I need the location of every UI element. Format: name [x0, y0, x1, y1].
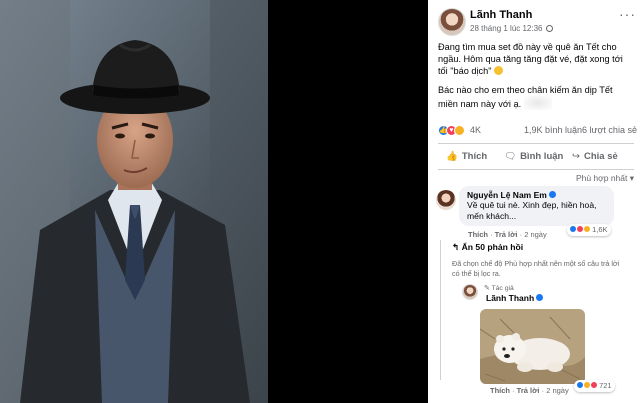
like-button[interactable]: 👍 Thích: [446, 151, 487, 162]
post-text-paragraph-1: Đang tìm mua set đồ này về quê ăn Tết ch…: [438, 42, 623, 76]
comment-reaction-count: 1,6K: [592, 225, 608, 234]
like-label: Thích: [461, 151, 488, 162]
background-gap: [268, 0, 428, 403]
post-photo-man-in-fedora[interactable]: [0, 0, 268, 403]
haha-reaction-icon: [454, 125, 465, 136]
reaction-count[interactable]: 4K: [470, 125, 481, 135]
post-header: Lãnh Thanh 28 tháng 1 lúc 12:36 ···: [438, 6, 638, 38]
comment-reactions[interactable]: 1,6K: [567, 224, 611, 236]
share-label: Chia sẻ: [583, 151, 618, 162]
more-horizontal-icon[interactable]: ···: [619, 6, 636, 22]
comment-actions: Thích · Trả lời · 2 ngày: [468, 230, 547, 239]
share-arrow-icon: ↪: [572, 151, 580, 162]
comment-time[interactable]: 2 ngày: [524, 230, 547, 239]
commenter-avatar[interactable]: [436, 190, 456, 210]
collapse-arrow-icon: ↰: [452, 242, 460, 252]
commenter-name-text: Nguyễn Lệ Nam Em: [467, 190, 547, 200]
post-author-name[interactable]: Lãnh Thanh: [470, 9, 532, 21]
author-avatar[interactable]: [438, 8, 466, 36]
hide-replies-toggle[interactable]: ↰ Ẩn 50 phản hồi: [452, 242, 523, 253]
commenter-name[interactable]: Nguyễn Lệ Nam Em: [467, 190, 606, 200]
globe-icon: [545, 25, 553, 32]
verified-badge-icon: [548, 191, 556, 198]
reply-actions: Thích · Trả lời · 2 ngày: [490, 386, 569, 395]
speech-bubble-icon: 🗨: [504, 151, 517, 162]
reply-reply-link[interactable]: Trả lời: [517, 386, 540, 395]
reply-author-name-text: Lãnh Thanh: [486, 293, 535, 303]
share-button[interactable]: ↪ Chia sẻ: [572, 151, 618, 162]
reply-reaction-count: 721: [599, 381, 612, 390]
haha-mini-icon: [583, 225, 591, 233]
author-tag: ✎ Tác giả: [484, 284, 514, 292]
reply-author-avatar[interactable]: [462, 284, 478, 300]
comment-bubble: Nguyễn Lệ Nam Em Về quê tui nè. Xinh đẹp…: [459, 186, 614, 226]
reply-like-link[interactable]: Thích: [490, 386, 510, 395]
comment-button[interactable]: 🗨 Bình luận: [504, 151, 563, 162]
post-timestamp[interactable]: 28 tháng 1 lúc 12:36: [470, 24, 553, 33]
post-actions: 👍 Thích 🗨 Bình luận ↪ Chia sẻ: [438, 146, 634, 168]
reply-author-name[interactable]: Lãnh Thanh: [486, 293, 544, 303]
facebook-post-panel: Lãnh Thanh 28 tháng 1 lúc 12:36 ··· Đang…: [428, 0, 640, 403]
filter-note: Đã chọn chế độ Phù hợp nhất nên một số c…: [452, 259, 620, 278]
post-stats: 👍 ♥ 4K 1,9K bình luận 6 lượt chia sẻ: [438, 124, 637, 138]
divider: [438, 143, 634, 144]
reply-photo-polar-bear-cub[interactable]: [480, 309, 585, 384]
comment-count[interactable]: 1,9K bình luận: [524, 125, 582, 135]
verified-badge-icon: [536, 294, 544, 301]
reply-reactions[interactable]: 721: [574, 380, 615, 392]
grin-emoji-icon: [493, 66, 503, 75]
thread-line: [440, 240, 441, 380]
love-mini-icon: [590, 381, 598, 389]
comment-text: Về quê tui nè. Xinh đẹp, hiền hoà, mến k…: [467, 200, 597, 221]
comment-label: Bình luận: [520, 151, 564, 162]
reply-time[interactable]: 2 ngày: [546, 386, 569, 395]
comment-reply-link[interactable]: Trả lời: [495, 230, 518, 239]
thumbs-up-icon: 👍: [446, 151, 458, 162]
author-tag-label: Tác giả: [491, 285, 514, 292]
share-count[interactable]: 6 lượt chia sẻ: [582, 125, 637, 135]
comment-sort-dropdown[interactable]: Phù hợp nhất ▾: [438, 173, 634, 185]
post-text: Đang tìm mua set đồ này về quê ăn Tết ch…: [438, 41, 634, 117]
pen-icon: ✎: [484, 285, 490, 292]
post-timestamp-text: 28 tháng 1 lúc 12:36: [470, 24, 543, 33]
hide-replies-label: Ẩn 50 phản hồi: [461, 242, 524, 252]
blurred-emoji: [523, 96, 552, 110]
divider: [438, 169, 634, 170]
comment-like-link[interactable]: Thích: [468, 230, 488, 239]
